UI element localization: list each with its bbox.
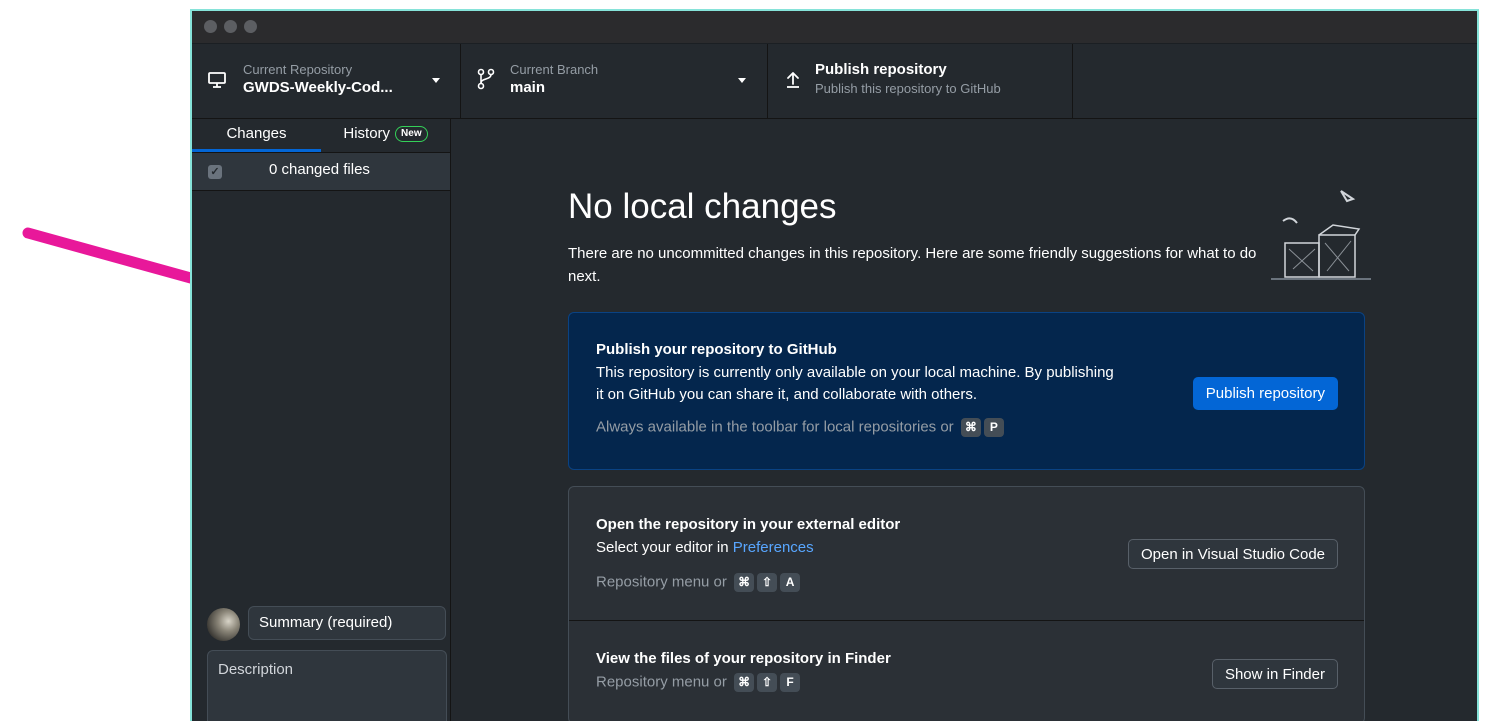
divider <box>569 620 1364 621</box>
editor-card-title: Open the repository in your external edi… <box>596 516 901 533</box>
tab-changes[interactable]: Changes <box>192 119 321 152</box>
current-branch-label: Current Branch <box>510 62 599 77</box>
main-content: No local changes There are no uncommitte… <box>451 119 1477 721</box>
changed-files-header: ✓ 0 changed files <box>192 153 450 191</box>
zoom-window-button[interactable] <box>244 20 257 33</box>
editor-card-text: Select your editor in Preferences <box>596 537 814 559</box>
editor-card-hint-text: Repository menu or <box>596 573 727 591</box>
git-branch-icon <box>477 68 495 90</box>
show-in-finder-button[interactable]: Show in Finder <box>1211 659 1338 689</box>
description-input[interactable]: Description <box>207 650 447 721</box>
close-window-button[interactable] <box>204 20 217 33</box>
shift-key: ⇧ <box>757 573 778 592</box>
sidebar-tabs: Changes History New <box>192 119 450 153</box>
current-branch-dropdown[interactable]: Current Branch main <box>461 44 768 118</box>
changed-files-count: 0 changed files <box>269 161 370 178</box>
publish-suggestion-card: Publish your repository to GitHub This r… <box>568 312 1365 470</box>
a-key: A <box>780 573 801 592</box>
publish-repository-title: Publish repository <box>815 61 947 78</box>
publish-card-text: This repository is currently only availa… <box>596 364 1114 403</box>
github-desktop-window: Current Repository GWDS-Weekly-Cod... Cu… <box>190 9 1479 721</box>
shift-key: ⇧ <box>757 673 778 692</box>
commit-message-area: Summary (required) Description <box>192 594 450 721</box>
summary-input[interactable]: Summary (required) <box>248 606 446 640</box>
open-in-visual-studio-code-button[interactable]: Open in Visual Studio Code <box>1127 539 1338 569</box>
intro-text: There are no uncommitted changes in this… <box>568 245 1257 285</box>
minimize-window-button[interactable] <box>224 20 237 33</box>
upload-icon <box>787 72 799 88</box>
current-repository-dropdown[interactable]: Current Repository GWDS-Weekly-Cod... <box>192 44 461 118</box>
command-key: ⌘ <box>960 418 981 437</box>
finder-card-title: View the files of your repository in Fin… <box>596 650 891 667</box>
current-repository-label: Current Repository <box>243 62 353 77</box>
command-key: ⌘ <box>734 573 755 592</box>
f-key: F <box>780 673 801 692</box>
page-title: No local changes <box>568 187 837 226</box>
avatar <box>207 608 240 641</box>
publish-card-title: Publish your repository to GitHub <box>596 341 837 358</box>
current-branch-name: main <box>510 79 546 96</box>
editor-card-text-body: Select your editor in <box>596 539 729 556</box>
toolbar: Current Repository GWDS-Weekly-Cod... Cu… <box>192 44 1477 119</box>
sidebar: Changes History New ✓ 0 changed files Sum… <box>192 119 451 721</box>
title-bar <box>192 11 1477 44</box>
editor-card-hint: Repository menu or ⌘ ⇧ A <box>596 573 801 592</box>
monitor-icon <box>208 72 226 88</box>
publish-repository-toolbar-button[interactable]: Publish repository Publish this reposito… <box>768 44 1073 118</box>
select-all-checkbox[interactable]: ✓ <box>208 165 222 179</box>
publish-repository-subtitle: Publish this repository to GitHub <box>815 81 1001 96</box>
publish-card-hint-text: Always available in the toolbar for loca… <box>596 418 954 436</box>
chevron-down-icon <box>432 78 440 83</box>
new-badge: New <box>395 126 428 143</box>
command-key: ⌘ <box>734 673 755 692</box>
chevron-down-icon <box>738 78 746 83</box>
current-repository-name: GWDS-Weekly-Cod... <box>243 79 393 96</box>
empty-boxes-illustration-icon <box>1271 190 1371 280</box>
finder-card-hint: Repository menu or ⌘ ⇧ F <box>596 673 801 692</box>
p-key: P <box>983 418 1004 437</box>
preferences-link[interactable]: Preferences <box>733 539 814 556</box>
finder-card-hint-text: Repository menu or <box>596 673 727 691</box>
tab-history[interactable]: History New <box>321 119 450 152</box>
publish-card-hint: Always available in the toolbar for loca… <box>596 418 1004 437</box>
tab-history-label: History <box>343 125 391 142</box>
suggestions-card-group: Open the repository in your external edi… <box>568 486 1365 721</box>
publish-repository-button[interactable]: Publish repository <box>1192 377 1338 410</box>
tab-changes-label: Changes <box>226 125 287 142</box>
